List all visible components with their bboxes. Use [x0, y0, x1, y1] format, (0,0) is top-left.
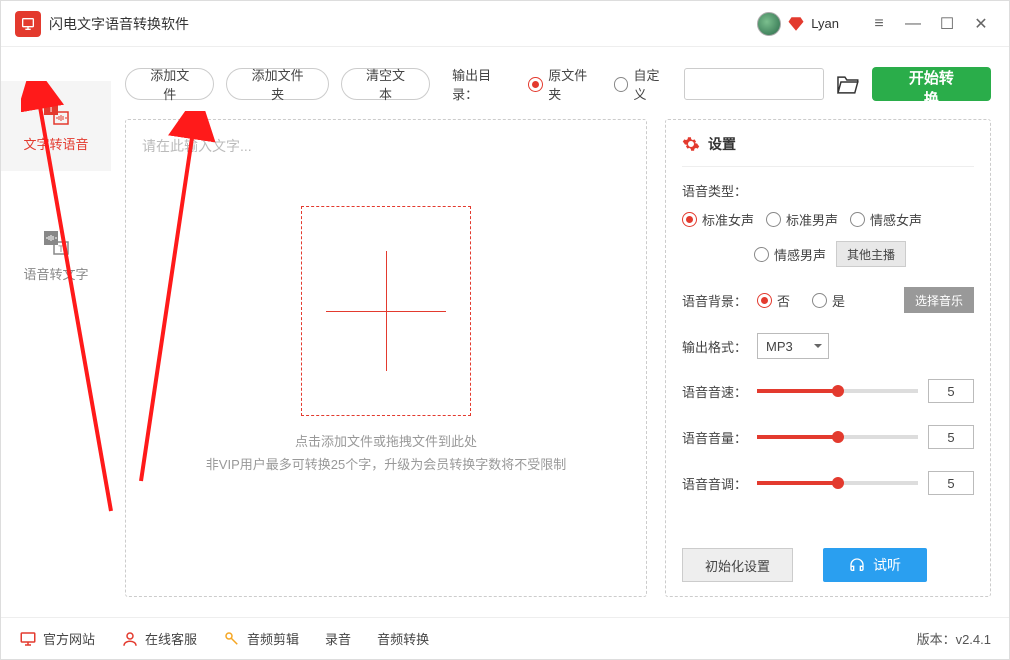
add-file-button[interactable]: 添加文件 — [125, 68, 214, 100]
bg-label: 语音背景： — [682, 291, 747, 310]
volume-label: 语音音量： — [682, 428, 747, 447]
drop-hint: 点击添加文件或拖拽文件到此处 非VIP用户最多可转换25个字，升级为会员转换字数… — [142, 430, 630, 477]
text-input-area[interactable]: 请在此输入文字... 点击添加文件或拖拽文件到此处 非VIP用户最多可转换25个… — [125, 119, 647, 597]
avatar[interactable] — [757, 12, 781, 36]
bg-radio-yes[interactable]: 是 — [812, 291, 845, 310]
folder-open-icon[interactable] — [836, 73, 860, 95]
app-title: 闪电文字语音转换软件 — [49, 14, 189, 34]
text-placeholder: 请在此输入文字... — [142, 136, 630, 156]
voice-type-male-emo[interactable]: 情感男声 — [754, 245, 826, 264]
listen-button[interactable]: 试听 — [823, 548, 927, 582]
footer-audio-edit[interactable]: 音频剪辑 — [223, 629, 299, 648]
menu-button[interactable]: ≡ — [865, 10, 893, 38]
titlebar: 闪电文字语音转换软件 Lyan ≡ — ☐ ✕ — [1, 1, 1009, 47]
other-anchor-button[interactable]: 其他主播 — [836, 241, 906, 267]
select-music-button[interactable]: 选择音乐 — [904, 287, 974, 313]
plus-icon — [326, 251, 446, 371]
headphones-icon — [849, 557, 865, 573]
username: Lyan — [811, 16, 839, 31]
toolbar: 添加文件 添加文件夹 清空文本 输出目录： 原文件夹 自定义 开始转换 — [125, 65, 991, 103]
maximize-button[interactable]: ☐ — [933, 10, 961, 38]
speed-label: 语音音速： — [682, 382, 747, 401]
footer: 官方网站 在线客服 音频剪辑 录音 音频转换 版本：v2.4.1 — [1, 617, 1009, 659]
footer-audio-convert[interactable]: 音频转换 — [377, 629, 429, 648]
sidebar-item-label: 语音转文字 — [23, 264, 88, 283]
speed-slider[interactable] — [757, 389, 918, 393]
start-convert-button[interactable]: 开始转换 — [872, 67, 991, 101]
voice-type-female-emo[interactable]: 情感女声 — [850, 210, 922, 229]
settings-panel: 设置 语音类型： 标准女声 标准男声 情感女声 情感男声 其他主播 语音背景： — [665, 119, 991, 597]
output-radio-source[interactable]: 原文件夹 — [528, 65, 599, 103]
app-logo — [15, 11, 41, 37]
footer-record[interactable]: 录音 — [325, 629, 351, 648]
voice-type-label: 语音类型： — [682, 181, 747, 200]
volume-slider[interactable] — [757, 435, 918, 439]
diamond-icon — [787, 15, 805, 33]
gear-icon — [682, 135, 700, 153]
svg-text:T: T — [48, 104, 54, 115]
output-radio-custom[interactable]: 自定义 — [614, 65, 672, 103]
speed-value[interactable]: 5 — [928, 379, 974, 403]
pitch-slider[interactable] — [757, 481, 918, 485]
footer-website[interactable]: 官方网站 — [19, 629, 95, 648]
output-path-input[interactable] — [684, 68, 824, 100]
settings-header: 设置 — [682, 134, 974, 167]
mic-icon — [223, 630, 241, 648]
clear-text-button[interactable]: 清空文本 — [341, 68, 430, 100]
sidebar-item-speech-to-text[interactable]: T 语音转文字 — [1, 211, 111, 301]
support-icon — [121, 630, 139, 648]
minimize-button[interactable]: — — [899, 10, 927, 38]
format-select[interactable]: MP3 — [757, 333, 829, 359]
bg-radio-no[interactable]: 否 — [757, 291, 790, 310]
sidebar-item-label: 文字转语音 — [23, 134, 88, 153]
text-to-speech-icon: T — [42, 100, 70, 126]
sidebar: T 文字转语音 T 语音转文字 — [1, 47, 111, 617]
add-folder-button[interactable]: 添加文件夹 — [226, 68, 328, 100]
close-button[interactable]: ✕ — [967, 10, 995, 38]
sidebar-item-text-to-speech[interactable]: T 文字转语音 — [1, 81, 111, 171]
dropzone[interactable] — [301, 206, 471, 416]
footer-support[interactable]: 在线客服 — [121, 629, 197, 648]
monitor-icon — [19, 630, 37, 648]
output-dir-label: 输出目录： — [452, 65, 516, 103]
speech-to-text-icon: T — [42, 230, 70, 256]
svg-text:T: T — [58, 244, 64, 254]
pitch-value[interactable]: 5 — [928, 471, 974, 495]
pitch-label: 语音音调： — [682, 474, 747, 493]
format-label: 输出格式： — [682, 337, 747, 356]
reset-settings-button[interactable]: 初始化设置 — [682, 548, 793, 582]
voice-type-male-std[interactable]: 标准男声 — [766, 210, 838, 229]
version: 版本：v2.4.1 — [917, 629, 991, 648]
voice-type-female-std[interactable]: 标准女声 — [682, 210, 754, 229]
volume-value[interactable]: 5 — [928, 425, 974, 449]
